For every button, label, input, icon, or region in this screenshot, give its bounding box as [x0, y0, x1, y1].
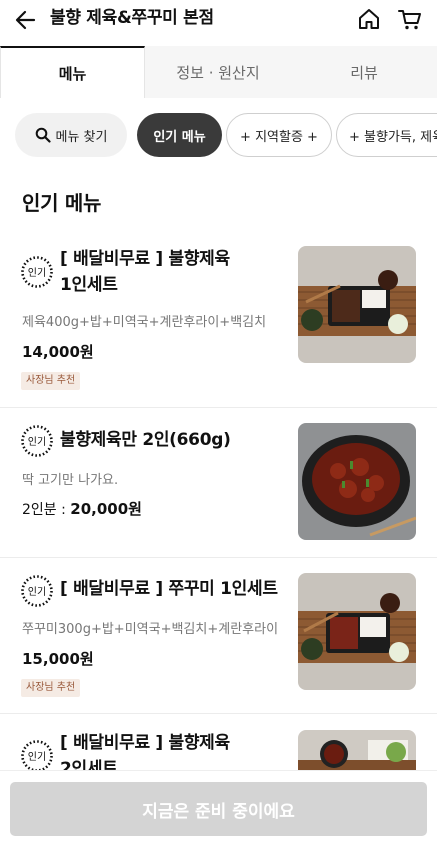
- store-tabs: 메뉴 정보 · 원산지 리뷰: [0, 46, 437, 98]
- cart-icon: [398, 10, 421, 30]
- chip-region-surcharge[interactable]: + 지역할증 +: [226, 113, 332, 157]
- bottom-cta-bar: 지금은 준비 중이에요: [0, 770, 437, 841]
- menu-item-desc: 제육400g+밥+미역국+계란후라이+백김치: [22, 315, 267, 330]
- menu-item-price: 2인분 : 20,000원: [22, 498, 142, 519]
- store-title: 불향 제육&쭈꾸미 본점: [50, 8, 214, 28]
- back-button[interactable]: [12, 6, 40, 34]
- menu-item-price: 15,000원: [22, 650, 94, 668]
- owner-recommend-tag: 사장님 추천: [21, 372, 81, 390]
- menu-item-name-line1: [ 배달비무료 ] 불향제육: [60, 733, 230, 753]
- menu-item-price: 14,000원: [22, 343, 94, 361]
- app-header: 불향 제육&쭈꾸미 본점: [0, 0, 437, 44]
- menu-item-photo: [298, 423, 416, 540]
- svg-text:인기: 인기: [28, 751, 46, 763]
- menu-item[interactable]: 인기 [ 배달비무료 ] 불향제육 1인세트 제육400g+밥+미역국+계란후라…: [0, 231, 437, 408]
- menu-item-photo: [298, 246, 416, 363]
- section-title: 인기 메뉴: [22, 191, 102, 215]
- tab-info-origin[interactable]: 정보 · 원산지: [145, 46, 291, 98]
- owner-recommend-tag: 사장님 추천: [21, 679, 81, 697]
- menu-item-name: [ 배달비무료 ] 쭈꾸미 1인세트: [60, 579, 278, 599]
- menu-item-name-line1: [ 배달비무료 ] 불향제육: [60, 249, 230, 269]
- search-icon: [35, 127, 51, 143]
- menu-item-photo: [298, 573, 416, 690]
- tab-reviews[interactable]: 리뷰: [291, 46, 437, 98]
- menu-item[interactable]: 인기 불향제육만 2인(660g) 딱 고기만 나가요. 2인분 : 20,00…: [0, 408, 437, 558]
- popular-badge-icon: 인기: [21, 740, 53, 772]
- home-button[interactable]: [355, 5, 383, 33]
- popular-badge-icon: 인기: [21, 425, 53, 457]
- back-arrow-icon: [15, 10, 36, 30]
- menu-item-name: 불향제육만 2인(660g): [60, 430, 231, 450]
- menu-item-price-prefix: 2인분 :: [22, 502, 71, 518]
- home-icon: [359, 9, 379, 29]
- tab-menu[interactable]: 메뉴: [0, 46, 145, 98]
- cart-button[interactable]: [396, 5, 424, 33]
- chip-fire-pork[interactable]: + 불향가득, 제육: [336, 113, 437, 157]
- menu-search-chip[interactable]: 메뉴 찾기: [15, 113, 127, 157]
- popular-badge-icon: 인기: [21, 575, 53, 607]
- menu-item-price-value: 20,000원: [70, 500, 142, 518]
- menu-item-desc: 딱 고기만 나가요.: [22, 473, 119, 488]
- order-unavailable-button: 지금은 준비 중이에요: [10, 782, 427, 836]
- popular-badge-icon: 인기: [21, 256, 53, 288]
- svg-text:인기: 인기: [28, 267, 46, 279]
- chip-popular-menu[interactable]: 인기 메뉴: [137, 113, 222, 157]
- category-chips: 메뉴 찾기 인기 메뉴 + 지역할증 + + 불향가득, 제육: [0, 113, 437, 157]
- menu-item[interactable]: 인기 [ 배달비무료 ] 쭈꾸미 1인세트 쭈꾸미300g+밥+미역국+백김치+…: [0, 558, 437, 714]
- menu-item-desc: 쭈꾸미300g+밥+미역국+백김치+계란후라이: [22, 622, 279, 637]
- svg-text:인기: 인기: [28, 586, 46, 598]
- menu-item-name: [ 배달비무료 ] 불향제육 1인세트: [60, 246, 280, 298]
- menu-item-name-line2: 1인세트: [60, 275, 118, 295]
- svg-text:인기: 인기: [28, 436, 46, 448]
- menu-search-label: 메뉴 찾기: [55, 129, 108, 145]
